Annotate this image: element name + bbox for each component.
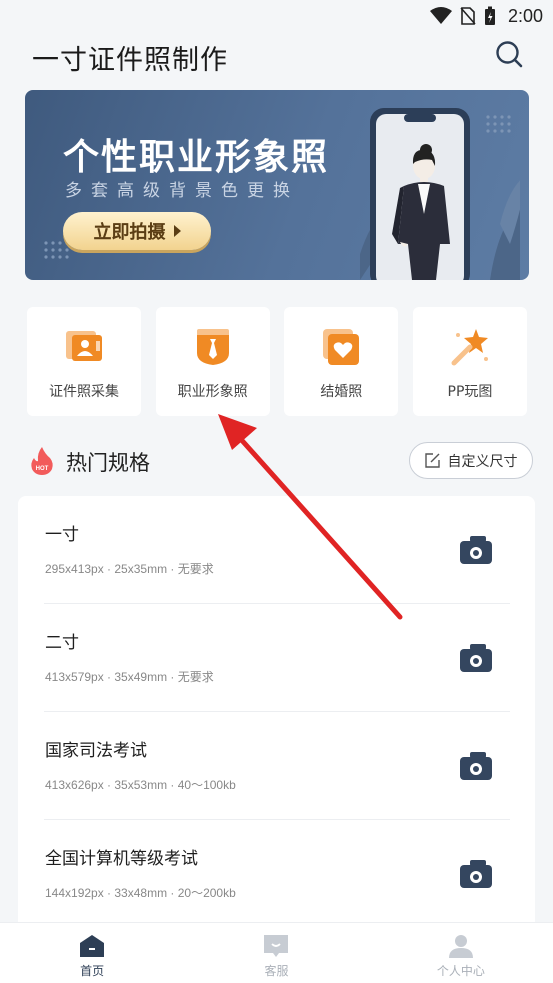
wifi-icon (429, 7, 452, 24)
list-item[interactable]: 一寸 295x413px · 25x35mm · 无要求 (44, 496, 510, 604)
spec-name: 一寸 (45, 525, 79, 545)
bottom-nav: 首页 客服 个人中心 (0, 922, 553, 983)
chat-icon (264, 935, 289, 957)
heart-photo-icon (323, 329, 360, 365)
tie-icon (196, 329, 229, 365)
spec-list: 一寸 295x413px · 25x35mm · 无要求 二寸 413x579p… (18, 496, 535, 936)
spec-name: 二寸 (45, 633, 79, 653)
clock: 2:00 (507, 5, 543, 26)
hot-badge-text: HOT (36, 466, 49, 472)
camera-icon[interactable] (460, 536, 492, 564)
camera-icon[interactable] (460, 752, 492, 780)
phone-woman-illustration (360, 108, 520, 280)
category-id-photo[interactable]: 证件照采集 (27, 307, 141, 416)
user-icon (448, 935, 473, 958)
app-header: 一寸证件照制作 (0, 32, 553, 82)
promo-banner[interactable]: 个性职业形象照 多套高级背景色更换 立即拍摄 (25, 90, 529, 280)
list-item[interactable]: 国家司法考试 413x626px · 35x53mm · 40～100kb (44, 712, 510, 820)
category-career-photo[interactable]: 职业形象照 (155, 307, 270, 416)
spec-detail: 413x626px · 35x53mm · 40～100kb (45, 778, 236, 792)
hot-fire-icon: HOT (31, 447, 53, 475)
category-label: 职业形象照 (177, 384, 248, 400)
category-label: 证件照采集 (49, 384, 119, 400)
list-item[interactable]: 全国计算机等级考试 144x192px · 33x48mm · 20～200kb (44, 820, 510, 928)
spec-name: 全国计算机等级考试 (45, 849, 198, 869)
custom-size-label: 自定义尺寸 (447, 453, 518, 470)
home-icon (80, 935, 105, 957)
spec-detail: 413x579px · 35x49mm · 无要求 (45, 670, 214, 684)
spec-detail: 144x192px · 33x48mm · 20～200kb (45, 886, 236, 900)
banner-title: 个性职业形象照 (63, 137, 330, 178)
shoot-now-label: 立即拍摄 (93, 222, 166, 243)
list-item[interactable]: 二寸 413x579px · 35x49mm · 无要求 (44, 604, 510, 712)
no-sim-icon (460, 7, 476, 25)
nav-home[interactable]: 首页 (0, 923, 184, 983)
edit-icon (424, 453, 440, 468)
category-wedding-photo[interactable]: 结婚照 (284, 307, 399, 416)
category-label: PP玩图 (447, 384, 493, 400)
custom-size-button[interactable]: 自定义尺寸 (409, 442, 533, 479)
nav-label: 客服 (264, 964, 289, 978)
camera-icon[interactable] (460, 860, 492, 888)
spec-detail: 295x413px · 25x35mm · 无要求 (45, 562, 214, 576)
status-bar: 2:00 (0, 0, 553, 32)
category-label: 结婚照 (320, 384, 363, 400)
nav-profile[interactable]: 个人中心 (369, 923, 553, 983)
play-arrow-icon (173, 225, 181, 237)
category-row: 证件照采集 职业形象照 结婚照 PP玩图 (27, 307, 527, 416)
search-icon[interactable] (495, 40, 523, 68)
id-card-icon (66, 331, 102, 361)
banner-subtitle: 多套高级背景色更换 (65, 181, 299, 201)
spec-name: 国家司法考试 (45, 741, 147, 761)
page-title: 一寸证件照制作 (32, 45, 228, 76)
magic-wand-icon (451, 329, 488, 366)
camera-icon[interactable] (460, 644, 492, 672)
battery-icon (484, 6, 495, 25)
nav-label: 个人中心 (436, 964, 485, 978)
shoot-now-button[interactable]: 立即拍摄 (63, 212, 211, 250)
section-title: 热门规格 (66, 451, 150, 475)
hot-section-header: HOT 热门规格 自定义尺寸 (30, 442, 533, 480)
category-pp-fun[interactable]: PP玩图 (412, 307, 527, 416)
nav-customer-service[interactable]: 客服 (184, 923, 368, 983)
nav-label: 首页 (80, 964, 105, 978)
